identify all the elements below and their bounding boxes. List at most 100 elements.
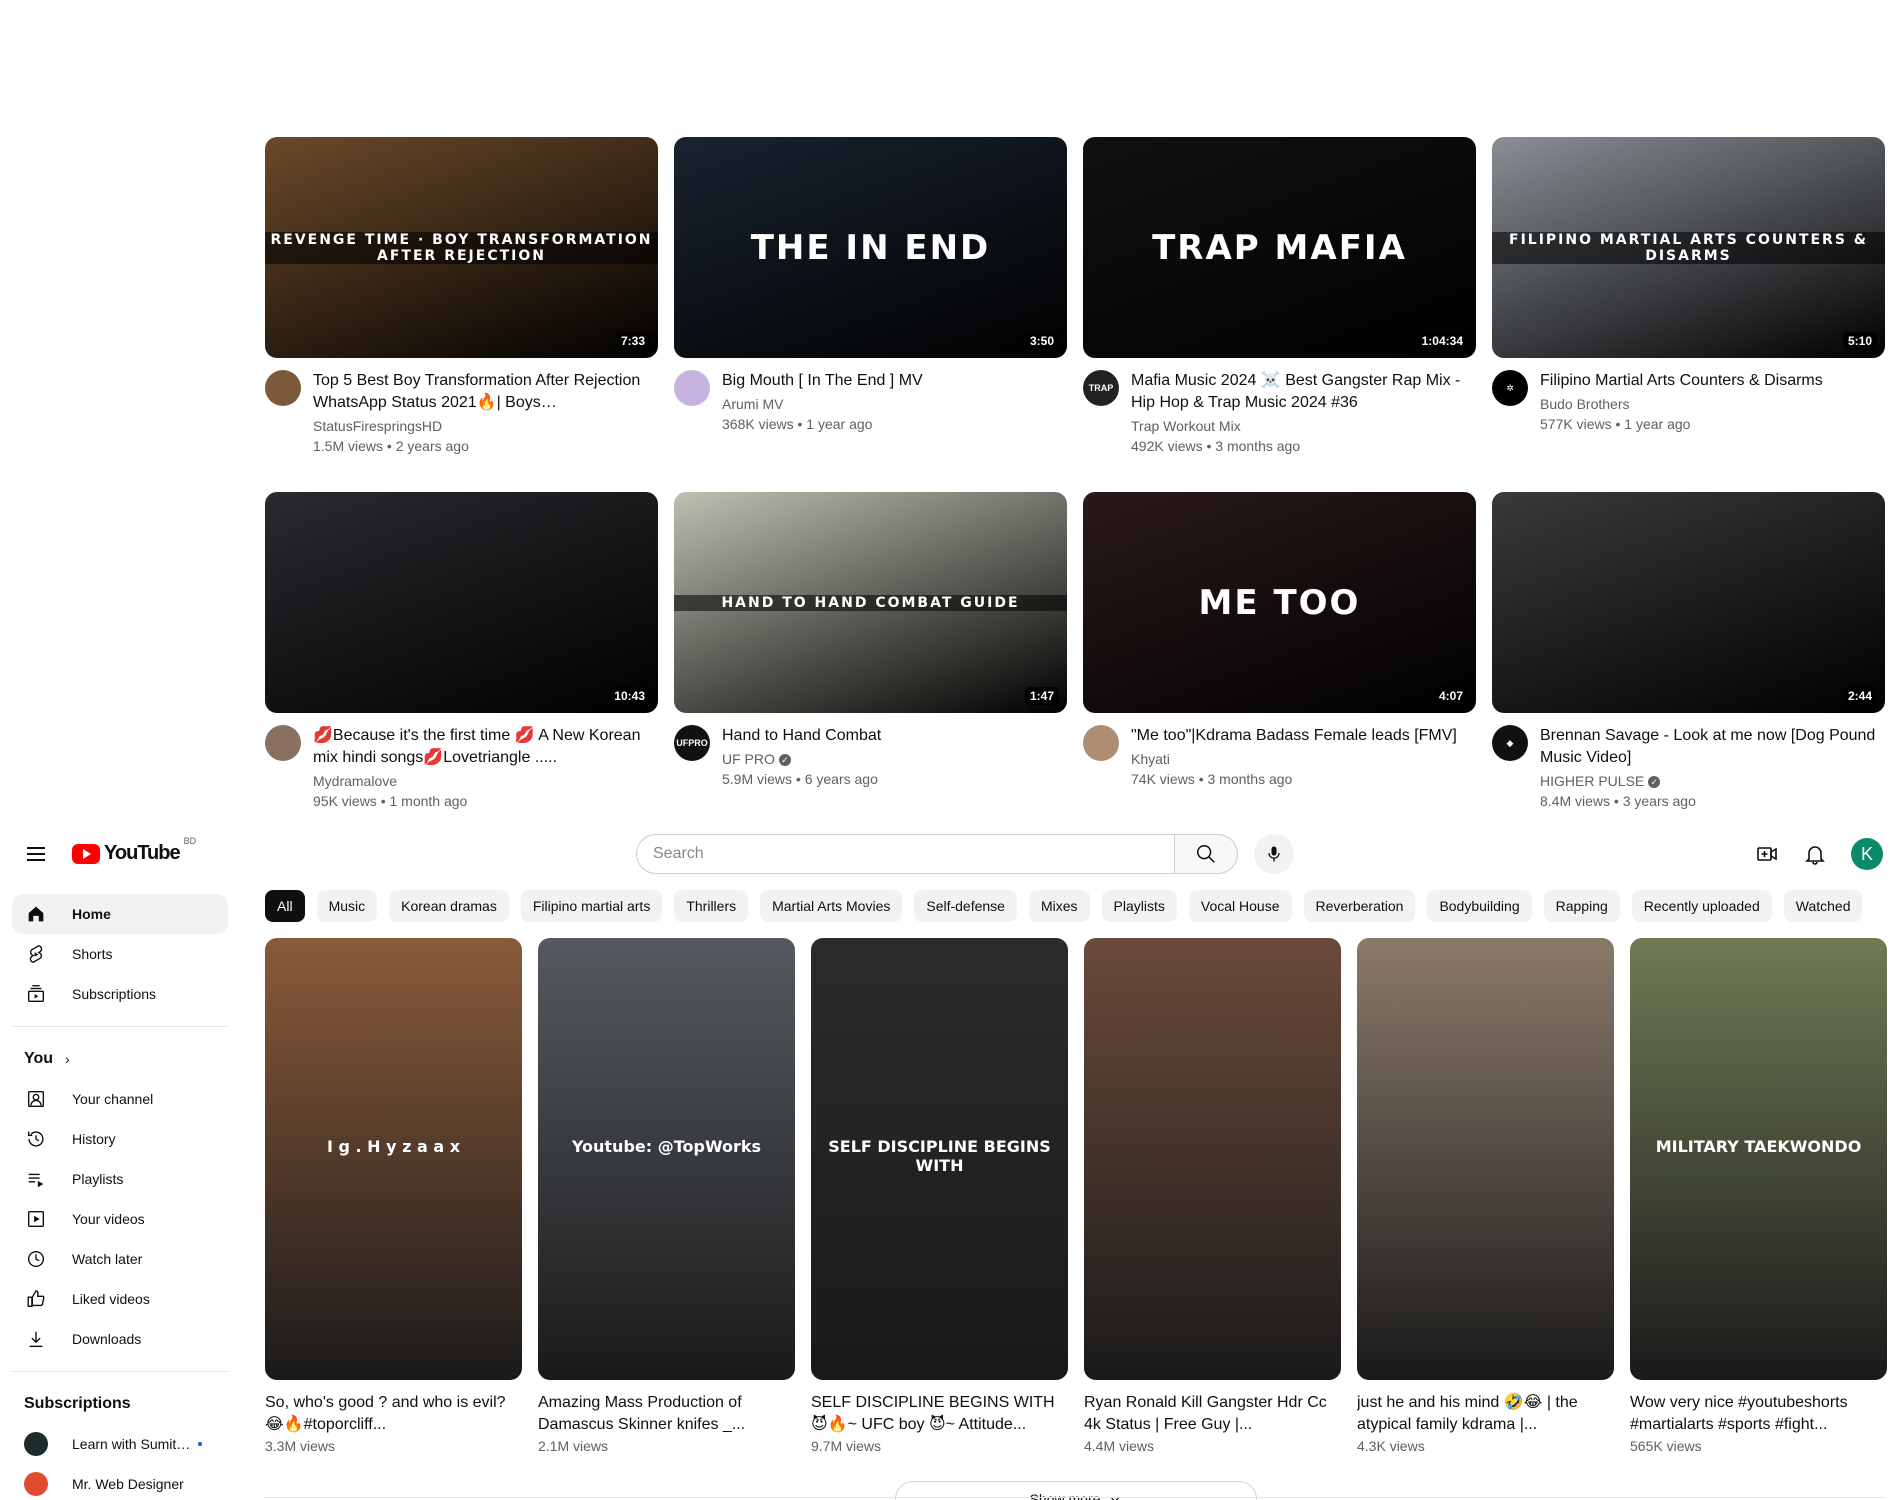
guide-menu-button[interactable] [16,834,56,874]
video-card[interactable]: 2:44 ◆ Brennan Savage - Look at me now [Do… [1492,492,1885,811]
channel-name-text[interactable]: Trap Workout Mix [1131,418,1241,434]
channel-name[interactable]: Arumi MV [722,394,1067,414]
notifications-button[interactable] [1795,834,1835,874]
short-card[interactable]: SELF DISCIPLINE BEGINS WITH SELF DISCIPLI… [811,938,1068,1454]
video-title[interactable]: 💋Because it's the first time 💋 A New Kor… [313,725,658,769]
you-section-link[interactable]: You › [12,1039,228,1079]
sidebar-item-playlists[interactable]: Playlists [12,1159,228,1199]
video-title[interactable]: Top 5 Best Boy Transformation After Reje… [313,370,658,414]
channel-avatar[interactable] [1083,725,1119,761]
channel-name-text[interactable]: StatusFirespringsHD [313,418,442,434]
video-thumbnail[interactable]: ME TOO 4:07 [1083,492,1476,713]
filter-chip[interactable]: Music [316,890,378,922]
short-card[interactable]: MILITARY TAEKWONDO Wow very nice #youtube… [1630,938,1887,1454]
short-thumbnail[interactable]: MILITARY TAEKWONDO [1630,938,1887,1380]
short-card[interactable]: Youtube: @TopWorks Amazing Mass Productio… [538,938,795,1454]
channel-name[interactable]: HIGHER PULSE ✓ [1540,771,1885,791]
channel-avatar[interactable]: UFPRO [674,725,710,761]
channel-name-text[interactable]: Budo Brothers [1540,396,1630,412]
video-thumbnail[interactable]: 2:44 [1492,492,1885,713]
video-card[interactable]: THE IN END 3:50 Big Mouth [ In The End ] M… [674,137,1067,456]
voice-search-button[interactable] [1254,834,1294,874]
sidebar-item-home[interactable]: Home [12,894,228,934]
channel-name-text[interactable]: UF PRO [722,751,775,767]
video-card[interactable]: FILIPINO MARTIAL ARTS COUNTERS & DISARMS… [1492,137,1885,456]
search-input[interactable] [636,834,1174,874]
video-thumbnail[interactable]: 10:43 [265,492,658,713]
channel-avatar[interactable]: ✲ [1492,370,1528,406]
sidebar-item-downloads[interactable]: Downloads [12,1319,228,1359]
sidebar-item-history[interactable]: History [12,1119,228,1159]
channel-name[interactable]: UF PRO ✓ [722,749,1067,769]
sidebar-item-liked-videos[interactable]: Liked videos [12,1279,228,1319]
youtube-logo[interactable]: YouTube BD [72,836,196,865]
video-thumbnail[interactable]: TRAP MAFIA 1:04:34 [1083,137,1476,358]
channel-name-text[interactable]: HIGHER PULSE [1540,773,1644,789]
channel-avatar[interactable] [265,725,301,761]
video-title[interactable]: Big Mouth [ In The End ] MV [722,370,1067,392]
filter-chip[interactable]: Mixes [1028,890,1090,922]
short-title[interactable]: SELF DISCIPLINE BEGINS WITH 😈🔥~ UFC boy … [811,1392,1068,1436]
channel-name-text[interactable]: Mydramalove [313,773,397,789]
sidebar-item-subscriptions[interactable]: Subscriptions [12,974,228,1014]
short-card[interactable]: Ryan Ronald Kill Gangster Hdr Cc 4k Stat… [1084,938,1341,1454]
channel-avatar[interactable]: ◆ [1492,725,1528,761]
filter-chip[interactable]: Self-defense [914,890,1017,922]
short-thumbnail[interactable]: SELF DISCIPLINE BEGINS WITH [811,938,1068,1380]
channel-name[interactable]: StatusFirespringsHD [313,416,658,436]
channel-name[interactable]: Budo Brothers [1540,394,1885,414]
short-card[interactable]: just he and his mind 🤣😂 | the atypical f… [1357,938,1614,1454]
filter-chip[interactable]: Bodybuilding [1427,890,1532,922]
video-card[interactable]: TRAP MAFIA 1:04:34 TRAP Mafia Music 2024 ☠️… [1083,137,1476,456]
short-title[interactable]: Wow very nice #youtubeshorts #martialart… [1630,1392,1887,1436]
sidebar-subscription[interactable]: Mr. Web Designer [12,1464,228,1500]
channel-avatar[interactable] [674,370,710,406]
sidebar-subscription[interactable]: Learn with Sumit… [12,1424,228,1464]
short-thumbnail[interactable]: Youtube: @TopWorks [538,938,795,1380]
filter-chip[interactable]: Watched [1783,890,1863,922]
short-title[interactable]: So, who's good ? and who is evil? 😂🔥#top… [265,1392,522,1436]
account-avatar[interactable]: K [1851,838,1883,870]
channel-name-text[interactable]: Khyati [1131,751,1170,767]
video-card[interactable]: ME TOO 4:07 "Me too"|Kdrama Badass Female … [1083,492,1476,811]
channel-name[interactable]: Mydramalove [313,771,658,791]
video-title[interactable]: Brennan Savage - Look at me now [Dog Pou… [1540,725,1885,769]
sidebar-item-your-channel[interactable]: Your channel [12,1079,228,1119]
sidebar-item-watch-later[interactable]: Watch later [12,1239,228,1279]
create-button[interactable] [1747,834,1787,874]
video-thumbnail[interactable]: THE IN END 3:50 [674,137,1067,358]
short-card[interactable]: I g . H y z a a x So, who's good ? and wh… [265,938,522,1454]
video-thumbnail[interactable]: HAND TO HAND COMBAT GUIDE 1:47 [674,492,1067,713]
filter-chip[interactable]: Playlists [1101,890,1177,922]
filter-chip[interactable]: Korean dramas [389,890,509,922]
short-title[interactable]: Amazing Mass Production of Damascus Skin… [538,1392,795,1436]
video-title[interactable]: Mafia Music 2024 ☠️ Best Gangster Rap Mi… [1131,370,1476,414]
filter-chip[interactable]: Martial Arts Movies [760,890,903,922]
channel-avatar[interactable]: TRAP [1083,370,1119,406]
search-button[interactable] [1174,834,1238,874]
filter-chip[interactable]: Thrillers [674,890,749,922]
channel-name[interactable]: Trap Workout Mix [1131,416,1476,436]
short-thumbnail[interactable]: I g . H y z a a x [265,938,522,1380]
video-thumbnail[interactable]: FILIPINO MARTIAL ARTS COUNTERS & DISARMS… [1492,137,1885,358]
video-card[interactable]: 10:43 💋Because it's the first time 💋 A Ne… [265,492,658,811]
filter-chip[interactable]: Reverberation [1303,890,1416,922]
filter-chip[interactable]: Filipino martial arts [520,890,663,922]
short-title[interactable]: Ryan Ronald Kill Gangster Hdr Cc 4k Stat… [1084,1392,1341,1436]
sidebar-item-your-videos[interactable]: Your videos [12,1199,228,1239]
short-title[interactable]: just he and his mind 🤣😂 | the atypical f… [1357,1392,1614,1436]
video-title[interactable]: Filipino Martial Arts Counters & Disarms [1540,370,1885,392]
filter-chip[interactable]: Rapping [1543,890,1620,922]
video-title[interactable]: Hand to Hand Combat [722,725,1067,747]
video-card[interactable]: REVENGE TIME · BOY TRANSFORMATION AFTER … [265,137,658,456]
channel-name[interactable]: Khyati [1131,749,1476,769]
filter-chip[interactable]: All [265,890,305,922]
filter-chip[interactable]: Recently uploaded [1631,890,1772,922]
channel-name-text[interactable]: Arumi MV [722,396,783,412]
sidebar-item-shorts[interactable]: Shorts [12,934,228,974]
channel-avatar[interactable] [265,370,301,406]
short-thumbnail[interactable] [1084,938,1341,1380]
video-card[interactable]: HAND TO HAND COMBAT GUIDE 1:47 UFPRO Hand t… [674,492,1067,811]
filter-chip[interactable]: Vocal House [1188,890,1292,922]
short-thumbnail[interactable] [1357,938,1614,1380]
